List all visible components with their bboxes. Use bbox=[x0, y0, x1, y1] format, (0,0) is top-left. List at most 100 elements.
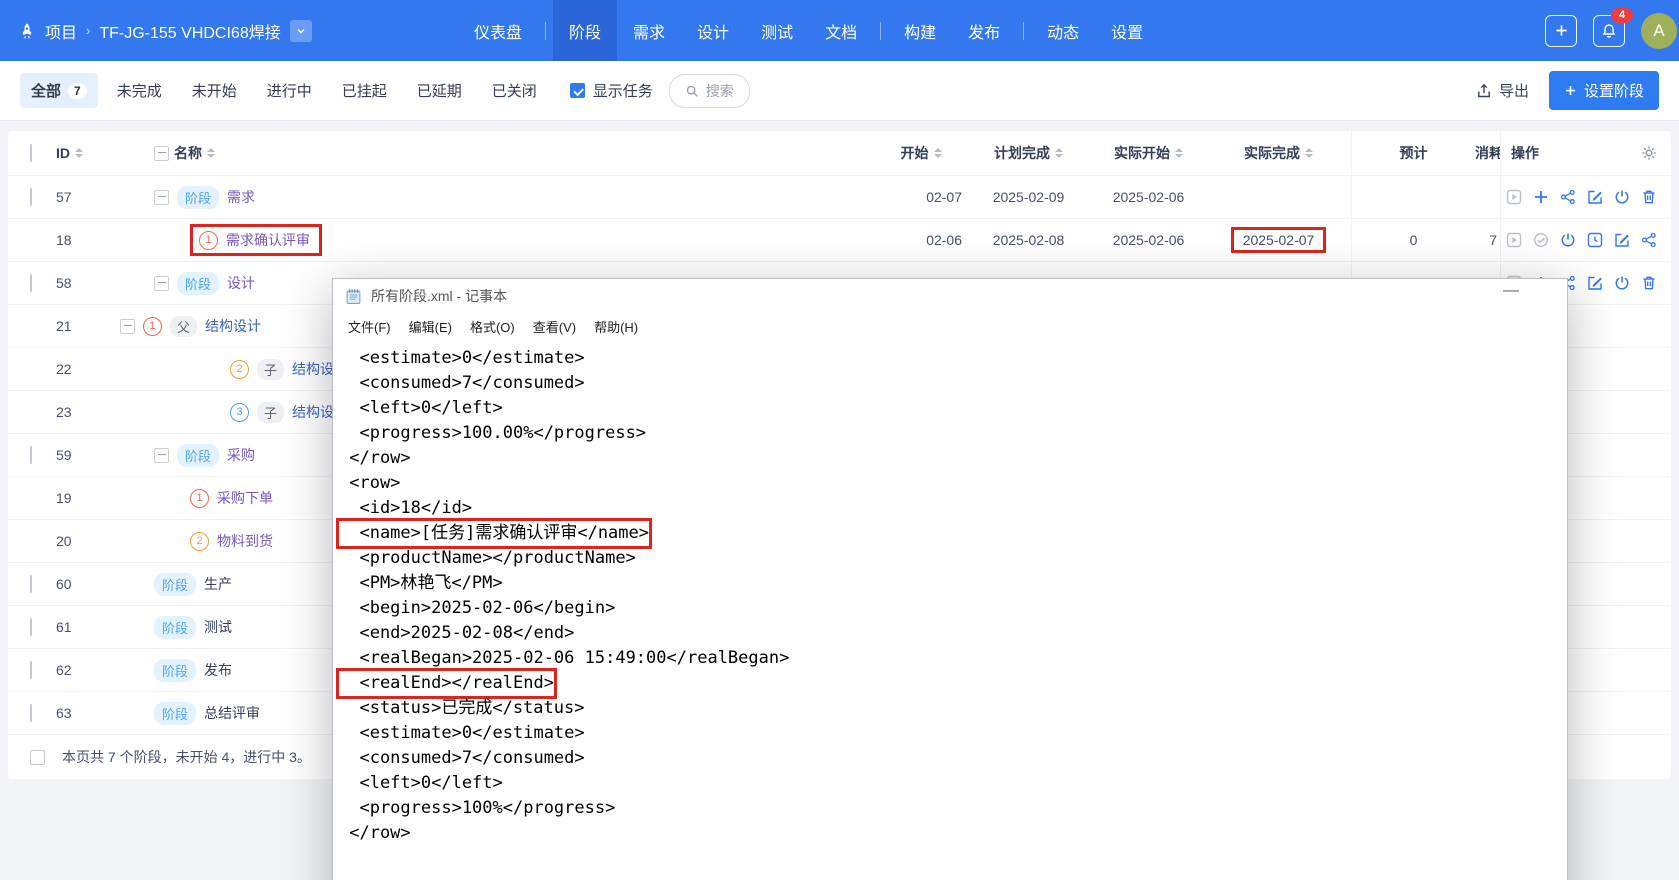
column-label: 消耗 bbox=[1475, 145, 1500, 161]
row-checkbox[interactable] bbox=[30, 618, 32, 636]
breadcrumb-app[interactable]: 项目 bbox=[45, 19, 77, 43]
name-link[interactable]: 总结评审 bbox=[204, 703, 260, 723]
collapse-icon[interactable] bbox=[154, 447, 169, 463]
nav-tab[interactable]: 构建 bbox=[888, 0, 952, 61]
name-link[interactable]: 测试 bbox=[204, 617, 232, 637]
nav-tab[interactable]: 发布 bbox=[952, 0, 1016, 61]
edit-icon[interactable] bbox=[1587, 189, 1603, 205]
filter-label: 未开始 bbox=[191, 83, 237, 100]
nav-tab[interactable]: 设计 bbox=[681, 0, 745, 61]
select-all-checkbox[interactable] bbox=[30, 144, 32, 162]
table-row: 57 阶段 需求 02-07 2025-02-09 2025-02-06 bbox=[8, 176, 1671, 219]
column-header-consumed: 消耗 bbox=[1475, 131, 1500, 175]
notepad-content[interactable]: <estimate>0</estimate> <consumed>7</cons… bbox=[333, 339, 1567, 846]
notification-badge: 4 bbox=[1611, 7, 1633, 23]
play-icon[interactable] bbox=[1506, 232, 1522, 248]
menu-item[interactable]: 编辑(E) bbox=[400, 317, 461, 336]
power-icon[interactable] bbox=[1614, 275, 1630, 291]
play-icon[interactable] bbox=[1506, 189, 1522, 205]
export-button[interactable]: 导出 bbox=[1476, 80, 1529, 101]
menu-item[interactable]: 格式(O) bbox=[461, 317, 524, 336]
collapse-icon[interactable] bbox=[154, 189, 169, 205]
name-group: 1 采购下单 bbox=[190, 488, 273, 508]
notifications-button[interactable]: 4 bbox=[1593, 7, 1633, 47]
sort-icon[interactable] bbox=[1305, 148, 1313, 158]
name-link[interactable]: 结构设计 bbox=[205, 316, 261, 336]
notepad-titlebar[interactable]: 所有阶段.xml - 记事本 — bbox=[333, 279, 1567, 313]
sequence-number: 1 bbox=[199, 230, 218, 250]
breadcrumb-project[interactable]: TF-JG-155 VHDCI68焊接 bbox=[99, 19, 280, 43]
sort-icon[interactable] bbox=[75, 148, 83, 158]
xml-line: <progress>100.00%</progress> bbox=[339, 423, 647, 443]
power-icon[interactable] bbox=[1560, 232, 1576, 248]
name-link[interactable]: 物料到货 bbox=[217, 531, 273, 551]
nav-tab[interactable]: 需求 bbox=[617, 0, 681, 61]
nav-tab[interactable]: 文档 bbox=[809, 0, 873, 61]
row-checkbox[interactable] bbox=[30, 188, 32, 206]
collapse-icon[interactable] bbox=[154, 275, 169, 291]
trash-icon[interactable] bbox=[1641, 275, 1657, 291]
edit-icon[interactable] bbox=[1614, 232, 1630, 248]
column-header-name: 名称 bbox=[118, 143, 876, 163]
create-button[interactable] bbox=[1545, 14, 1577, 47]
filter-chip[interactable]: 已延期 bbox=[406, 73, 473, 108]
nav-tab[interactable]: 测试 bbox=[745, 0, 809, 61]
filter-chip[interactable]: 已挂起 bbox=[331, 73, 398, 108]
name-link[interactable]: 需求 bbox=[227, 187, 255, 207]
row-id: 62 bbox=[56, 662, 72, 678]
xml-line: <name>[任务]需求确认评审</name> bbox=[336, 518, 1567, 549]
menu-item[interactable]: 查看(V) bbox=[524, 317, 585, 336]
sort-icon[interactable] bbox=[1055, 148, 1063, 158]
filter-chip[interactable]: 进行中 bbox=[256, 73, 323, 108]
filter-chip[interactable]: 未完成 bbox=[106, 73, 173, 108]
project-switcher[interactable] bbox=[289, 19, 312, 42]
name-link[interactable]: 需求确认评审 bbox=[226, 230, 310, 250]
row-checkbox[interactable] bbox=[30, 446, 32, 464]
name-link[interactable]: 设计 bbox=[227, 273, 255, 293]
nav-tab[interactable]: 设置 bbox=[1095, 0, 1159, 61]
filter-chip[interactable]: 未开始 bbox=[181, 73, 248, 108]
gear-icon[interactable] bbox=[1641, 145, 1657, 161]
filter-chip[interactable]: 已关闭 bbox=[481, 73, 548, 108]
show-tasks-checkbox[interactable] bbox=[569, 83, 585, 98]
edit-icon[interactable] bbox=[1587, 275, 1603, 291]
sort-icon[interactable] bbox=[1175, 148, 1183, 158]
check-icon[interactable] bbox=[1533, 232, 1549, 248]
filter-chip[interactable]: 全部 7 bbox=[20, 73, 98, 108]
row-checkbox[interactable] bbox=[30, 575, 32, 593]
name-link[interactable]: 采购下单 bbox=[217, 488, 273, 508]
clock-icon[interactable] bbox=[1587, 232, 1603, 248]
set-stage-button[interactable]: 设置阶段 bbox=[1548, 71, 1659, 110]
row-checkbox[interactable] bbox=[30, 274, 32, 292]
name-link[interactable]: 发布 bbox=[204, 660, 232, 680]
trash-icon[interactable] bbox=[1641, 189, 1657, 205]
name-group: 1 父结构设计 bbox=[143, 315, 261, 337]
minimize-button[interactable]: — bbox=[1503, 282, 1519, 300]
row-checkbox[interactable] bbox=[30, 661, 32, 679]
nav-tab[interactable]: 阶段 bbox=[553, 0, 618, 61]
footer-checkbox[interactable] bbox=[30, 749, 45, 765]
avatar[interactable]: A bbox=[1641, 12, 1677, 49]
split-icon[interactable] bbox=[1560, 189, 1576, 205]
name-link[interactable]: 生产 bbox=[204, 574, 232, 594]
sort-icon[interactable] bbox=[933, 148, 942, 158]
sort-icon[interactable] bbox=[207, 148, 215, 158]
cell-consumed: 7 bbox=[1489, 232, 1497, 248]
power-icon[interactable] bbox=[1614, 189, 1630, 205]
plus-icon bbox=[1564, 84, 1577, 97]
menu-item[interactable]: 帮助(H) bbox=[585, 317, 647, 336]
nav-tab[interactable]: 仪表盘 bbox=[458, 0, 538, 61]
plus-icon[interactable] bbox=[1533, 189, 1549, 205]
menu-item[interactable]: 文件(F) bbox=[339, 317, 400, 336]
nav-tab[interactable]: 动态 bbox=[1031, 0, 1095, 61]
collapse-all-icon[interactable] bbox=[154, 145, 169, 161]
row-checkbox[interactable] bbox=[30, 704, 32, 722]
name-link[interactable]: 采购 bbox=[227, 445, 255, 465]
collapse-icon[interactable] bbox=[120, 318, 135, 334]
show-tasks-toggle[interactable]: 显示任务 bbox=[569, 80, 653, 101]
row-id: 61 bbox=[56, 619, 72, 635]
row-checkbox-cell bbox=[8, 618, 56, 636]
split-icon[interactable] bbox=[1641, 232, 1657, 248]
xml-line: <progress>100%</progress> bbox=[339, 798, 616, 818]
search-input[interactable]: 搜索 bbox=[668, 73, 750, 108]
